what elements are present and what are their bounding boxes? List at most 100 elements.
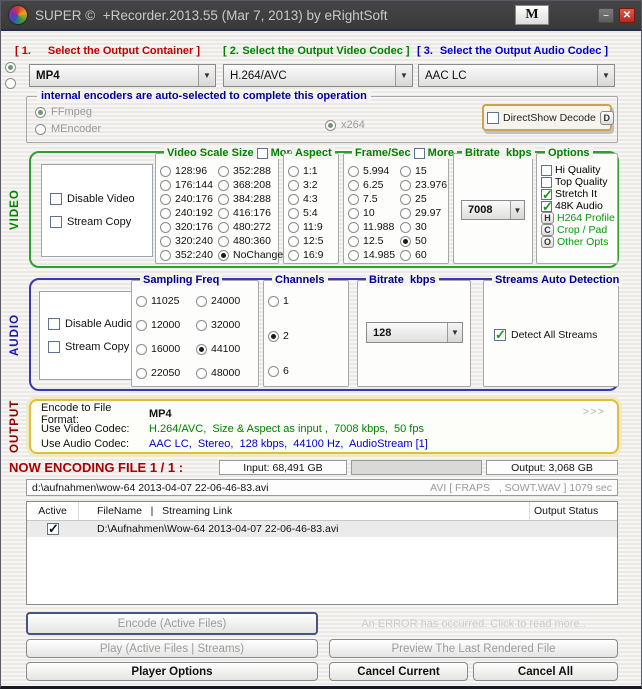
chevron-down-icon[interactable]: ▼: [510, 201, 524, 219]
checkbox-label: Detect All Streams: [511, 329, 598, 341]
radio-aspect-option[interactable]: 1:1: [288, 165, 336, 177]
radio-fps-option[interactable]: 7.5: [348, 193, 400, 205]
radio-scale-option[interactable]: 320:176: [160, 221, 218, 233]
radio-aspect-option[interactable]: 12:5: [288, 235, 336, 247]
radio-fps-50[interactable]: 50: [400, 235, 447, 247]
radio-scale-option[interactable]: 240:192: [160, 207, 218, 219]
radio-aspect-option[interactable]: 5:4: [288, 207, 336, 219]
radio-sampling-option[interactable]: 32000: [196, 319, 256, 331]
radio-channels-option[interactable]: 6: [268, 365, 346, 377]
radio-fps-option[interactable]: 14.985: [348, 249, 400, 261]
chevron-down-icon[interactable]: ▼: [395, 65, 412, 86]
checkbox-icon: [541, 199, 553, 215]
radio-scale-option[interactable]: 480:360: [218, 235, 283, 247]
other-opts-button[interactable]: O Other Opts: [541, 236, 615, 248]
disable-video-checkbox[interactable]: Disable Video: [50, 193, 152, 205]
radio-scale-option[interactable]: 240:176: [160, 193, 218, 205]
container-mode-radio-1[interactable]: [5, 62, 16, 73]
radio-x264[interactable]: x264: [325, 119, 365, 131]
encoders-group: internal encoders are auto-selected to c…: [26, 90, 618, 143]
crop-pad-button[interactable]: C Crop / Pad: [541, 224, 615, 236]
aspect-title: Aspect: [292, 147, 335, 159]
radio-scale-option[interactable]: 416:176: [218, 207, 283, 219]
current-file-path: d:\aufnahmen\wow-64 2013-04-07 22-06-46-…: [32, 481, 269, 494]
chevron-down-icon[interactable]: ▼: [597, 65, 614, 86]
output-video-row: Use Video Codec: H.264/AVC, Size & Aspec…: [41, 421, 607, 436]
radio-channels-option[interactable]: 1: [268, 295, 346, 307]
radio-fps-option[interactable]: 10: [348, 207, 400, 219]
radio-scale-option[interactable]: 480:272: [218, 221, 283, 233]
radio-sampling-option[interactable]: 11025: [136, 295, 196, 307]
framerate-more-checkbox[interactable]: [413, 147, 425, 159]
header-active: Active: [27, 502, 79, 520]
directshow-decode-panel[interactable]: DirectShow Decode D: [482, 104, 614, 131]
radio-scale-option[interactable]: 352:288: [218, 165, 283, 177]
chevron-down-icon[interactable]: ▼: [198, 65, 215, 86]
radio-sampling-option[interactable]: 12000: [136, 319, 196, 331]
player-options-button[interactable]: Player Options: [26, 662, 318, 681]
radio-aspect-option[interactable]: 4:3: [288, 193, 336, 205]
play-button[interactable]: Play (Active Files | Streams): [26, 639, 318, 658]
radio-fps-option[interactable]: 29.97: [400, 207, 447, 219]
radio-icon: [400, 207, 411, 219]
radio-sampling-option[interactable]: 48000: [196, 367, 256, 379]
radio-scale-option[interactable]: 368:208: [218, 179, 283, 191]
cancel-current-button[interactable]: Cancel Current: [329, 662, 468, 681]
table-row[interactable]: D:\Aufnahmen\Wow-64 2013-04-07 22-06-46-…: [27, 521, 617, 537]
preview-button[interactable]: Preview The Last Rendered File: [329, 639, 618, 658]
radio-fps-option[interactable]: 5.994: [348, 165, 400, 177]
radio-scale-option[interactable]: 176:144: [160, 179, 218, 191]
radio-label: 480:360: [233, 235, 271, 247]
radio-scale-option[interactable]: 384:288: [218, 193, 283, 205]
radio-fps-option[interactable]: 25: [400, 193, 447, 205]
radio-aspect-option[interactable]: 3:2: [288, 179, 336, 191]
cancel-all-button[interactable]: Cancel All: [473, 662, 618, 681]
output-container-dropdown[interactable]: MP4 ▼: [29, 64, 216, 87]
directshow-decode-checkbox[interactable]: [487, 111, 499, 124]
radio-label: FFmpeg: [51, 106, 92, 118]
radio-fps-option[interactable]: 30: [400, 221, 447, 233]
container-mode-radio-2[interactable]: [5, 78, 16, 89]
radio-scale-option[interactable]: 320:240: [160, 235, 218, 247]
radio-fps-option[interactable]: 12.5: [348, 235, 400, 247]
radio-fps-option[interactable]: 23.976: [400, 179, 447, 191]
error-notice[interactable]: An ERROR has occurred. Click to read mor…: [329, 612, 618, 635]
radio-fps-option[interactable]: 60: [400, 249, 447, 261]
radio-fps-option[interactable]: 6.25: [348, 179, 400, 191]
framerate-group: Frame/Sec More 5.994 6.25 7.5 10 11.988 …: [343, 147, 457, 264]
encode-button[interactable]: Encode (Active Files): [26, 612, 318, 635]
close-button[interactable]: ✕: [619, 7, 635, 23]
detect-all-streams-checkbox[interactable]: Detect All Streams: [494, 327, 598, 343]
audio-codec-dropdown[interactable]: AAC LC ▼: [418, 64, 615, 87]
radio-scale-option[interactable]: 352:240: [160, 249, 218, 261]
radio-icon: [160, 249, 171, 261]
radio-sampling-44100[interactable]: 44100: [196, 343, 256, 355]
video-scale-more-checkbox[interactable]: [256, 147, 268, 159]
audio-bitrate-dropdown[interactable]: 128 ▼: [366, 322, 463, 343]
menu-button[interactable]: M: [515, 5, 549, 25]
audio-bitrate-value: 128: [373, 326, 392, 339]
radio-label: 22050: [151, 367, 181, 379]
radio-scale-nochange[interactable]: NoChange: [218, 249, 283, 261]
48k-audio-checkbox[interactable]: 48K Audio: [541, 199, 615, 215]
video-stream-copy-checkbox[interactable]: Stream Copy: [50, 216, 152, 228]
video-codec-dropdown[interactable]: H.264/AVC ▼: [223, 64, 413, 87]
radio-sampling-option[interactable]: 16000: [136, 343, 196, 355]
radio-scale-option[interactable]: 128:96: [160, 165, 218, 177]
radio-channels-2[interactable]: 2: [268, 330, 346, 342]
radio-ffmpeg[interactable]: FFmpeg: [35, 106, 92, 118]
row-active-checkbox[interactable]: [47, 521, 59, 537]
video-bitrate-dropdown[interactable]: 7008 ▼: [461, 200, 525, 220]
radio-fps-option[interactable]: 15: [400, 165, 447, 177]
radio-mencoder[interactable]: MEncoder: [35, 123, 101, 135]
minimize-button[interactable]: –: [598, 7, 614, 23]
radio-aspect-option[interactable]: 11:9: [288, 221, 336, 233]
radio-sampling-option[interactable]: 24000: [196, 295, 256, 307]
chevron-down-icon[interactable]: ▼: [447, 323, 462, 342]
hi-quality-checkbox[interactable]: Hi Quality: [541, 164, 615, 176]
radio-sampling-option[interactable]: 22050: [136, 367, 196, 379]
radio-fps-option[interactable]: 11.988: [348, 221, 400, 233]
radio-aspect-option[interactable]: 16:9: [288, 249, 336, 261]
output-more-indicator[interactable]: >>>: [583, 406, 605, 418]
directshow-d-button[interactable]: D: [599, 110, 614, 125]
